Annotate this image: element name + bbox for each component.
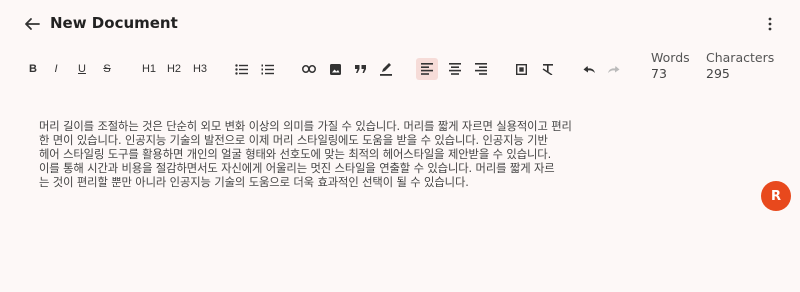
character-count-label: Characters (706, 50, 775, 65)
undo-icon (583, 65, 595, 73)
formatting-toolbar: B I U S H1 H2 H3 (0, 52, 640, 86)
word-count: Words 73 (651, 50, 690, 90)
align-left-icon (421, 63, 433, 75)
align-right-button[interactable] (472, 58, 490, 80)
heading-1-button[interactable]: H1 (140, 58, 158, 80)
link-icon (302, 65, 316, 73)
highlight-button[interactable] (377, 58, 395, 80)
back-button[interactable] (20, 12, 44, 36)
quote-icon (355, 65, 366, 73)
word-count-label: Words (651, 50, 690, 65)
table-icon (515, 63, 527, 75)
insert-link-button[interactable] (300, 58, 318, 80)
avatar[interactable]: R (761, 181, 791, 211)
insert-table-button[interactable] (512, 58, 530, 80)
image-icon (329, 63, 341, 75)
editor-line: 머리 길이를 조절하는 것은 단순히 외모 변화 이상의 의미를 가질 수 있습… (39, 120, 572, 133)
word-count-value: 73 (651, 66, 667, 81)
bullet-list-icon (234, 63, 248, 75)
strikethrough-button[interactable]: S (98, 58, 116, 80)
arrow-left-icon (25, 18, 40, 30)
align-center-button[interactable] (446, 58, 464, 80)
top-bar: New Document (0, 0, 800, 48)
bold-button[interactable]: B (24, 58, 42, 80)
redo-icon (607, 65, 619, 73)
editor-line: 이를 통해 시간과 비용을 절감하면서도 자신에게 어울리는 멋진 스타일을 연… (39, 162, 555, 175)
character-count: Characters 295 (706, 50, 774, 90)
bullet-list-button[interactable] (232, 58, 250, 80)
document-editor[interactable]: 머리 길이를 조절하는 것은 단순히 외모 변화 이상의 의미를 가질 수 있습… (39, 120, 763, 190)
align-right-icon (475, 63, 487, 75)
numbered-list-button[interactable] (258, 58, 276, 80)
align-center-icon (449, 63, 461, 75)
pen-icon (380, 63, 392, 76)
underline-button[interactable]: U (73, 58, 91, 80)
editor-line: 는 것이 편리할 뿐만 아니라 인공지능 기술의 도움으로 더욱 효과적인 선택… (39, 176, 469, 189)
editor-line: 한 면이 있습니다. 인공지능 기술의 발전으로 이제 머리 스타일링에도 도움… (39, 134, 548, 147)
more-vertical-icon (768, 17, 772, 31)
clear-format-button[interactable] (539, 58, 557, 80)
numbered-list-icon (261, 64, 274, 74)
editor-line: 헤어 스타일링 도구를 활용하면 개인의 얼굴 형태와 선호도에 맞는 최적의 … (39, 148, 552, 161)
more-options-button[interactable] (760, 12, 780, 36)
character-count-value: 295 (706, 66, 730, 81)
blockquote-button[interactable] (352, 58, 370, 80)
undo-button[interactable] (580, 58, 598, 80)
heading-2-button[interactable]: H2 (165, 58, 183, 80)
align-left-button[interactable] (416, 58, 438, 80)
redo-button[interactable] (604, 58, 622, 80)
heading-3-button[interactable]: H3 (191, 58, 209, 80)
insert-image-button[interactable] (326, 58, 344, 80)
clear-format-icon (542, 64, 553, 75)
italic-button[interactable]: I (47, 58, 65, 80)
document-title: New Document (50, 14, 178, 32)
